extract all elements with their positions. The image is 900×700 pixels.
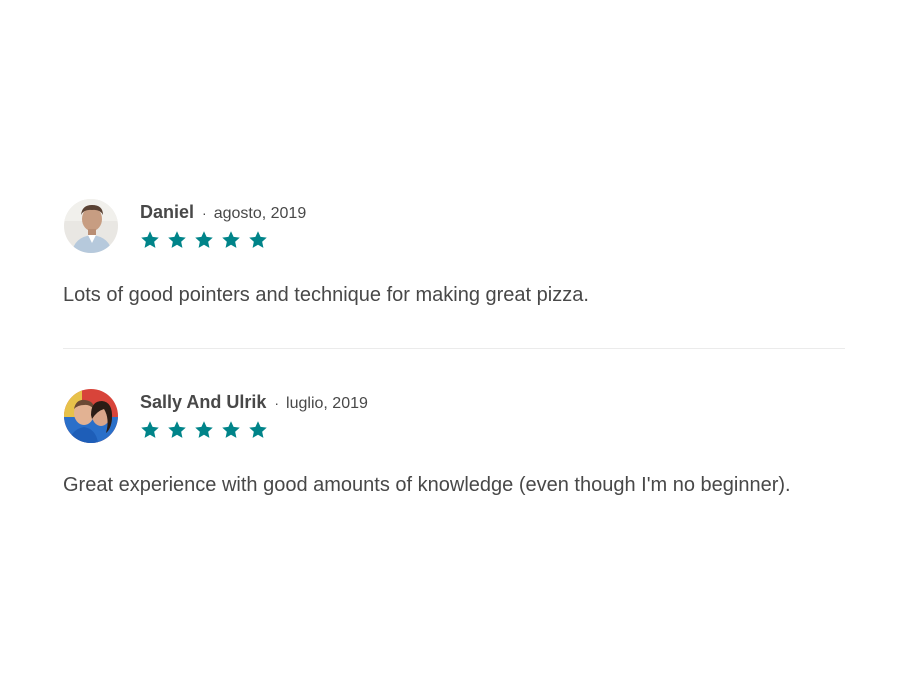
star-rating xyxy=(140,230,306,252)
star-icon xyxy=(140,230,160,250)
star-rating xyxy=(140,420,368,442)
reviews-list: Daniel · agosto, 2019 Lots of good point… xyxy=(63,199,845,501)
reviewer-name[interactable]: Sally And Ulrik xyxy=(140,392,266,413)
star-icon xyxy=(248,420,268,440)
reviewer-line: Sally And Ulrik · luglio, 2019 xyxy=(140,392,368,414)
review-header: Sally And Ulrik · luglio, 2019 xyxy=(63,389,845,445)
star-icon xyxy=(248,230,268,250)
review-meta: Sally And Ulrik · luglio, 2019 xyxy=(140,389,368,442)
review-text: Lots of good pointers and technique for … xyxy=(63,284,589,306)
review-meta: Daniel · agosto, 2019 xyxy=(140,199,306,252)
review-text: Great experience with good amounts of kn… xyxy=(63,474,791,496)
star-icon xyxy=(194,420,214,440)
review-item: Sally And Ulrik · luglio, 2019 Great exp… xyxy=(63,389,845,501)
reviewer-avatar[interactable] xyxy=(64,199,118,253)
reviewer-name[interactable]: Daniel xyxy=(140,202,194,223)
review-item: Daniel · agosto, 2019 Lots of good point… xyxy=(63,199,845,311)
star-icon xyxy=(221,420,241,440)
review-date: luglio, 2019 xyxy=(286,395,368,412)
reviewer-avatar[interactable] xyxy=(64,389,118,443)
review-date: agosto, 2019 xyxy=(213,205,307,222)
star-icon xyxy=(167,420,187,440)
separator-dot: · xyxy=(274,395,280,411)
reviewer-line: Daniel · agosto, 2019 xyxy=(140,202,306,224)
review-header: Daniel · agosto, 2019 xyxy=(63,199,845,255)
star-icon xyxy=(194,230,214,250)
star-icon xyxy=(140,420,160,440)
star-icon xyxy=(221,230,241,250)
separator-dot: · xyxy=(202,205,207,221)
star-icon xyxy=(167,230,187,250)
review-divider xyxy=(63,348,845,349)
